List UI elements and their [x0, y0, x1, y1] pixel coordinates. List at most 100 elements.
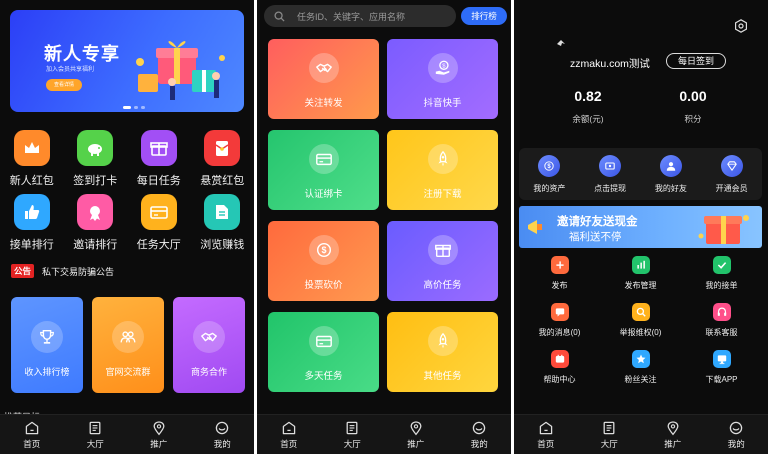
- service-menu-item[interactable]: 我的消息(0): [519, 303, 600, 338]
- task-hall-screen: 任务ID、关键字、应用名称 排行榜 关注转发 $ 抖音快手认证绑卡 注册下载 $ 投票砍价…: [257, 0, 511, 454]
- ranking-button[interactable]: 排行榜: [461, 7, 507, 25]
- quick-action-item[interactable]: 我的好友: [643, 155, 699, 194]
- tab-home[interactable]: 首页: [516, 420, 576, 450]
- service-menu-item[interactable]: 发布管理: [600, 256, 681, 291]
- service-menu-icon-box: [631, 303, 650, 321]
- task-category-tile[interactable]: 多天任务: [268, 312, 379, 392]
- tab-hall[interactable]: 大厅: [579, 420, 639, 450]
- quick-action-item[interactable]: 点击提现: [582, 155, 638, 194]
- banner-details-button[interactable]: 查看详情: [46, 79, 82, 91]
- tab-label: 我的: [727, 438, 745, 449]
- rocket-icon: [438, 150, 447, 167]
- profile-icon: [730, 421, 743, 434]
- megaphone-icon: [528, 220, 542, 234]
- search-placeholder: 任务ID、关键字、应用名称: [297, 11, 406, 22]
- feature-item[interactable]: 浏览赚钱: [193, 194, 251, 252]
- task-tile-icon-circle: [308, 144, 339, 174]
- service-menu-item[interactable]: 粉丝关注: [600, 350, 681, 385]
- bottom-tab-bar: 首页 大厅 推广 我的: [514, 414, 768, 454]
- service-menu-item[interactable]: 下载APP: [681, 350, 762, 385]
- group-icon: [120, 330, 136, 342]
- task-category-tile[interactable]: $ 投票砍价: [268, 221, 379, 301]
- headset-icon: [717, 307, 726, 316]
- feature-label: 任务大厅: [136, 239, 181, 251]
- notice-tag: 公告: [11, 264, 35, 278]
- tab-label: 我的: [213, 438, 231, 449]
- balance-stat[interactable]: 0.82 余额(元): [548, 88, 628, 125]
- task-category-tile[interactable]: 认证绑卡: [268, 130, 379, 210]
- tab-promote[interactable]: 推广: [386, 420, 446, 450]
- task-category-tile[interactable]: 关注转发: [268, 39, 379, 119]
- service-menu-item[interactable]: 举报维权(0): [600, 303, 681, 338]
- tab-hall[interactable]: 大厅: [322, 420, 382, 450]
- quick-action-item[interactable]: 开通会员: [704, 155, 760, 194]
- feature-item[interactable]: 任务大厅: [130, 194, 188, 252]
- service-menu-item[interactable]: 我的接单: [681, 256, 762, 291]
- feature-label: 邀请排行: [73, 239, 118, 251]
- promo-card[interactable]: 官网交流群: [92, 297, 164, 393]
- carousel-dots[interactable]: [123, 106, 145, 109]
- service-menu-label: 联系客服: [705, 328, 738, 337]
- avatar[interactable]: [556, 38, 566, 48]
- feature-item[interactable]: 邀请排行: [66, 194, 124, 252]
- service-menu-item[interactable]: 帮助中心: [519, 350, 600, 385]
- tab-promote[interactable]: 推广: [129, 420, 189, 450]
- settings-icon[interactable]: [734, 19, 748, 33]
- invite-banner-line2: 福利送不停: [569, 231, 622, 243]
- help-icon: [555, 354, 564, 363]
- tab-label: 大厅: [343, 438, 361, 449]
- service-menu-icon-box: [631, 256, 650, 274]
- handshake-icon: [201, 332, 217, 341]
- promo-card[interactable]: 收入排行榜: [11, 297, 83, 393]
- tab-home[interactable]: 首页: [259, 420, 319, 450]
- tab-mine[interactable]: 我的: [706, 420, 766, 450]
- tab-hall[interactable]: 大厅: [65, 420, 125, 450]
- feature-item[interactable]: 接单排行: [3, 194, 61, 252]
- service-menu-item[interactable]: 联系客服: [681, 303, 762, 338]
- hall-icon: [346, 421, 358, 434]
- search-input[interactable]: 任务ID、关键字、应用名称: [264, 5, 456, 27]
- quick-action-item[interactable]: $ 我的资产: [521, 155, 577, 194]
- svg-text:$: $: [548, 164, 552, 170]
- location-icon: [153, 420, 165, 435]
- task-category-tile[interactable]: 注册下载: [387, 130, 498, 210]
- points-label: 积分: [684, 114, 702, 124]
- daily-checkin-button[interactable]: 每日签到: [666, 53, 726, 69]
- task-tile-label: 抖音快手: [423, 98, 462, 109]
- feature-item[interactable]: 新人红包: [3, 130, 61, 188]
- feature-icon-box: [140, 130, 177, 166]
- notice-bar[interactable]: 公告 私下交易防骗公告: [11, 264, 114, 278]
- tab-home[interactable]: 首页: [2, 420, 62, 450]
- task-tile-label: 投票砍价: [304, 280, 343, 291]
- feature-icon-box: [13, 194, 50, 230]
- newcomer-banner[interactable]: 新人专享 加入会员共享福利 查看详情: [10, 10, 244, 112]
- service-menu-label: 粉丝关注: [624, 375, 657, 384]
- task-tile-icon-circle: $: [308, 235, 339, 265]
- service-menu-label: 我的消息(0): [538, 328, 581, 337]
- feature-label: 签到打卡: [73, 175, 118, 187]
- balance-value: 0.82: [574, 88, 602, 104]
- tab-promote[interactable]: 推广: [643, 420, 703, 450]
- feature-item[interactable]: 签到打卡: [66, 130, 124, 188]
- task-tile-icon-circle: $: [427, 53, 458, 83]
- tab-mine[interactable]: 我的: [192, 420, 252, 450]
- feature-row-1: 新人红包 签到打卡 每日任务 悬赏红包: [0, 130, 254, 188]
- gift-box-icon: [698, 215, 749, 244]
- invite-banner[interactable]: 邀请好友送现金 福利送不停: [519, 206, 762, 248]
- task-category-tile[interactable]: $ 抖音快手: [387, 39, 498, 119]
- promo-card-label: 收入排行榜: [24, 366, 70, 377]
- service-menu-label: 举报维权(0): [619, 328, 662, 337]
- points-stat[interactable]: 0.00 积分: [653, 88, 733, 125]
- feature-item[interactable]: 每日任务: [130, 130, 188, 188]
- feature-item[interactable]: 悬赏红包: [193, 130, 251, 188]
- task-category-tile[interactable]: 其他任务: [387, 312, 498, 392]
- tab-mine[interactable]: 我的: [449, 420, 509, 450]
- hall-icon: [89, 421, 101, 434]
- service-menu-item[interactable]: 发布: [519, 256, 600, 291]
- notice-text[interactable]: 私下交易防骗公告: [42, 265, 114, 278]
- message-icon: [555, 308, 564, 317]
- piggy-bank-icon: [88, 144, 103, 156]
- task-category-tile[interactable]: 高价任务: [387, 221, 498, 301]
- service-menu-icon-box: [631, 350, 650, 368]
- promo-card[interactable]: 商务合作: [173, 297, 245, 393]
